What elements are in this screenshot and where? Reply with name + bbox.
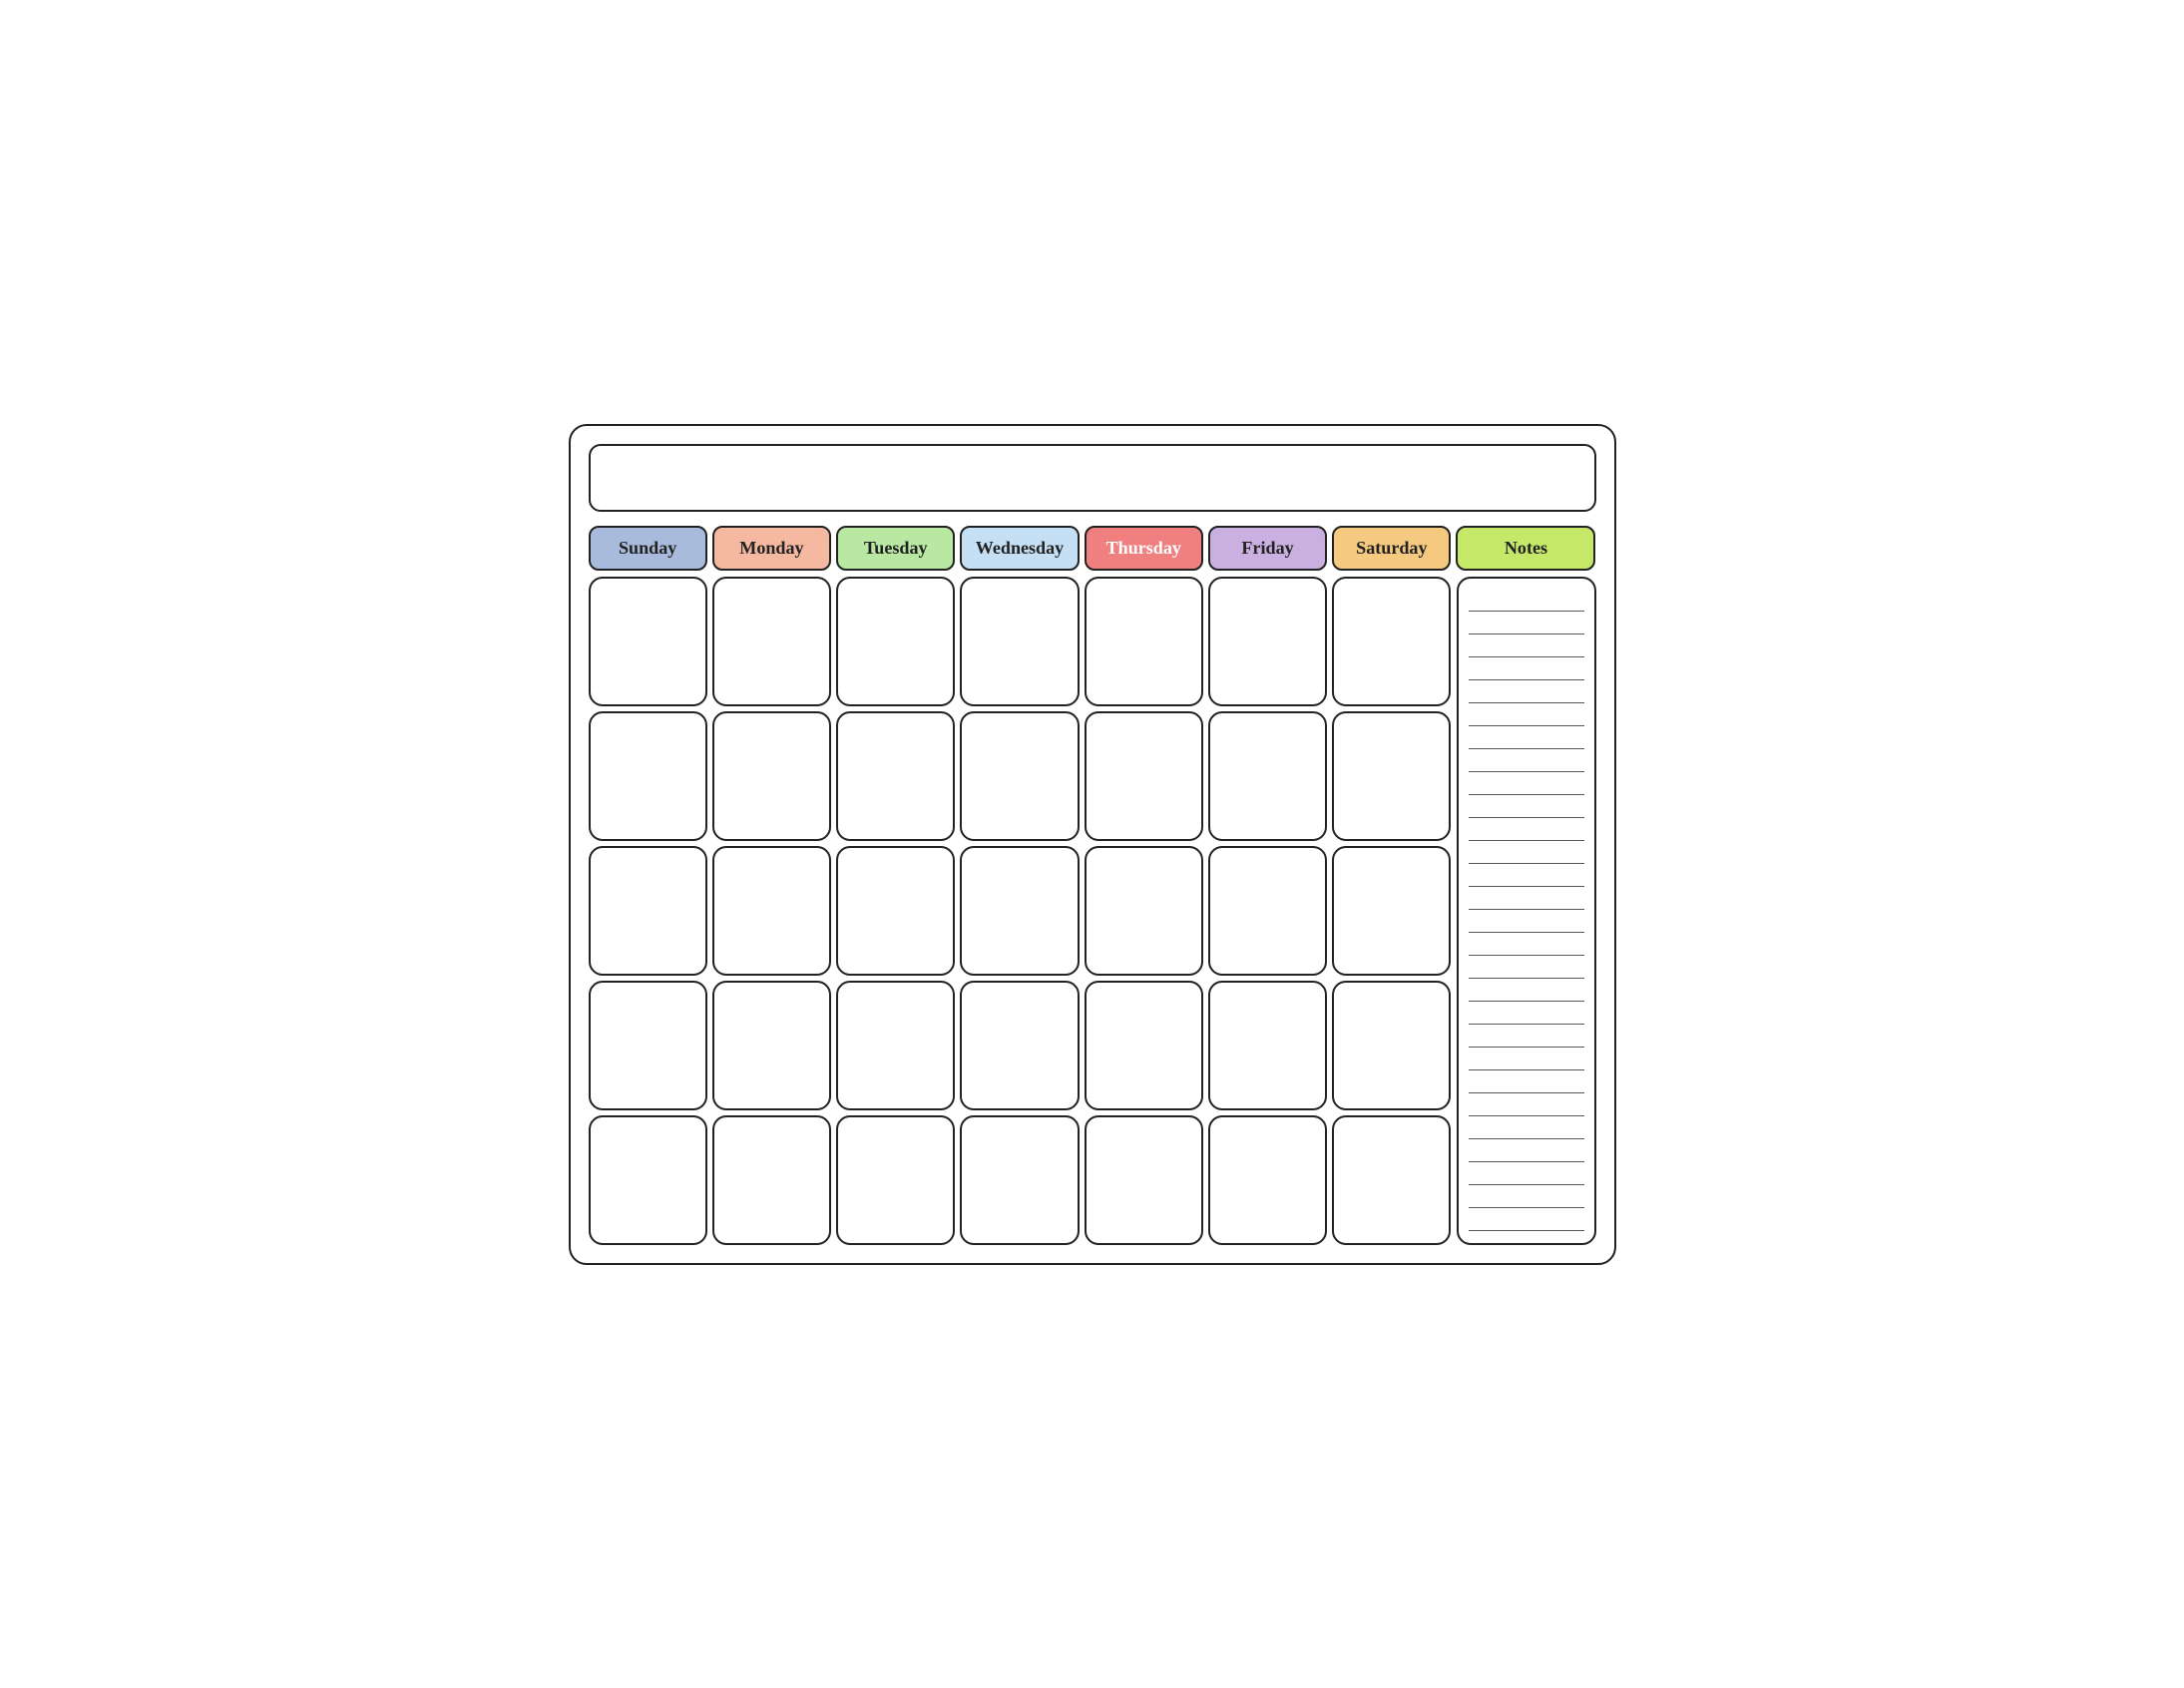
day-cell-r1c7[interactable]	[1332, 577, 1451, 706]
day-cell-r4c5[interactable]	[1085, 981, 1203, 1110]
day-cell-r4c1[interactable]	[589, 981, 707, 1110]
day-cell-r5c3[interactable]	[836, 1115, 955, 1245]
notes-line-5	[1469, 681, 1584, 703]
header-tuesday: Tuesday	[836, 526, 955, 571]
notes-line-13	[1469, 865, 1584, 887]
notes-line-8	[1469, 750, 1584, 772]
notes-line-21	[1469, 1049, 1584, 1070]
header-friday: Friday	[1208, 526, 1327, 571]
notes-lines-container	[1469, 589, 1584, 1233]
header-saturday: Saturday	[1332, 526, 1451, 571]
notes-line-12	[1469, 842, 1584, 864]
day-cell-r5c5[interactable]	[1085, 1115, 1203, 1245]
day-cell-r4c6[interactable]	[1208, 981, 1327, 1110]
notes-line-7	[1469, 727, 1584, 749]
notes-line-24	[1469, 1117, 1584, 1139]
notes-column[interactable]	[1457, 577, 1596, 1245]
calendar-body	[589, 577, 1596, 1245]
day-cell-r1c3[interactable]	[836, 577, 955, 706]
notes-line-27	[1469, 1186, 1584, 1208]
header-sunday: Sunday	[589, 526, 707, 571]
day-cell-r2c6[interactable]	[1208, 711, 1327, 841]
day-cell-r1c2[interactable]	[712, 577, 831, 706]
day-cell-r4c7[interactable]	[1332, 981, 1451, 1110]
title-bar[interactable]	[589, 444, 1596, 512]
day-cell-r2c5[interactable]	[1085, 711, 1203, 841]
day-cell-r3c7[interactable]	[1332, 846, 1451, 976]
notes-line-9	[1469, 773, 1584, 795]
day-cell-r1c5[interactable]	[1085, 577, 1203, 706]
days-grid	[589, 577, 1452, 1245]
day-cell-r3c4[interactable]	[960, 846, 1079, 976]
day-cell-r2c3[interactable]	[836, 711, 955, 841]
notes-line-14	[1469, 888, 1584, 910]
notes-line-15	[1469, 911, 1584, 933]
day-cell-r2c2[interactable]	[712, 711, 831, 841]
notes-line-4	[1469, 658, 1584, 680]
day-cell-r4c3[interactable]	[836, 981, 955, 1110]
header-row: Sunday Monday Tuesday Wednesday Thursday…	[589, 526, 1596, 571]
day-cell-r3c2[interactable]	[712, 846, 831, 976]
notes-line-17	[1469, 957, 1584, 979]
notes-line-20	[1469, 1026, 1584, 1048]
day-cell-r1c1[interactable]	[589, 577, 707, 706]
day-cell-r3c5[interactable]	[1085, 846, 1203, 976]
notes-line-22	[1469, 1071, 1584, 1093]
notes-line-3	[1469, 635, 1584, 657]
notes-line-26	[1469, 1163, 1584, 1185]
header-notes: Notes	[1456, 526, 1595, 571]
notes-line-28	[1469, 1209, 1584, 1231]
calendar-wrapper: Sunday Monday Tuesday Wednesday Thursday…	[569, 424, 1616, 1265]
notes-line-19	[1469, 1003, 1584, 1025]
day-cell-r5c4[interactable]	[960, 1115, 1079, 1245]
day-cell-r2c4[interactable]	[960, 711, 1079, 841]
day-cell-r5c1[interactable]	[589, 1115, 707, 1245]
day-cell-r2c7[interactable]	[1332, 711, 1451, 841]
header-wednesday: Wednesday	[960, 526, 1079, 571]
day-cell-r5c2[interactable]	[712, 1115, 831, 1245]
day-cell-r4c2[interactable]	[712, 981, 831, 1110]
notes-line-25	[1469, 1140, 1584, 1162]
notes-line-11	[1469, 819, 1584, 841]
day-cell-r5c6[interactable]	[1208, 1115, 1327, 1245]
notes-line-18	[1469, 980, 1584, 1002]
notes-line-1	[1469, 590, 1584, 612]
day-cell-r4c4[interactable]	[960, 981, 1079, 1110]
day-cell-r3c1[interactable]	[589, 846, 707, 976]
day-cell-r1c4[interactable]	[960, 577, 1079, 706]
day-cell-r3c3[interactable]	[836, 846, 955, 976]
notes-line-6	[1469, 704, 1584, 726]
day-cell-r1c6[interactable]	[1208, 577, 1327, 706]
notes-line-23	[1469, 1094, 1584, 1116]
notes-line-2	[1469, 613, 1584, 634]
day-cell-r2c1[interactable]	[589, 711, 707, 841]
notes-line-10	[1469, 796, 1584, 818]
header-thursday: Thursday	[1085, 526, 1203, 571]
day-cell-r3c6[interactable]	[1208, 846, 1327, 976]
day-cell-r5c7[interactable]	[1332, 1115, 1451, 1245]
notes-line-16	[1469, 934, 1584, 956]
header-monday: Monday	[712, 526, 831, 571]
